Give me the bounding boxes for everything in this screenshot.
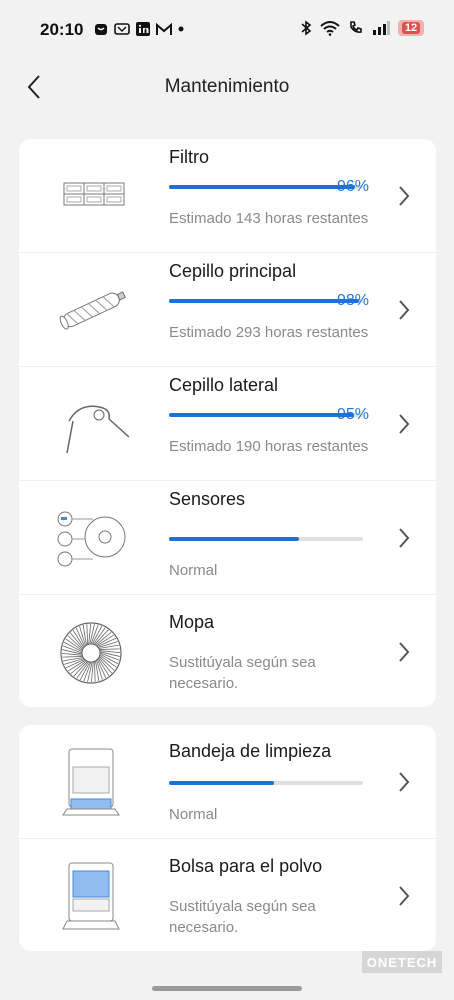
progress-fill: [169, 413, 354, 417]
station-card: Bandeja de limpieza Normal Bolsa para el…: [19, 725, 436, 951]
item-description: Estimado 190 horas restantes: [169, 438, 369, 455]
item-description: Estimado 293 horas restantes: [169, 324, 369, 341]
progress-bar: [169, 299, 363, 303]
dust-bag-icon: [62, 862, 120, 930]
wifi-icon: [320, 21, 340, 36]
maintenance-item-mop[interactable]: Mopa Sustitúyala según sea necesario.: [19, 595, 436, 707]
progress-bar: [169, 537, 363, 541]
status-time: 20:10: [40, 20, 84, 39]
chevron-right-icon: [399, 414, 410, 434]
item-name: Mopa: [169, 612, 215, 632]
status-bar: 20:10 12: [0, 0, 454, 60]
item-name: Filtro: [169, 147, 209, 167]
filter-icon: [63, 182, 125, 206]
item-description: Sustitúyala según sea necesario.: [169, 898, 316, 936]
item-name: Bandeja de limpieza: [169, 741, 332, 761]
wifi-calling-icon: [350, 21, 362, 33]
page-title: Mantenimiento: [164, 76, 290, 97]
battery-level: 12: [401, 22, 421, 34]
side-brush-icon: [66, 405, 130, 454]
maintenance-item-filter[interactable]: Filtro 96% Estimado 143 horas restantes: [19, 139, 436, 252]
progress-fill: [169, 781, 274, 785]
item-description: Estimado 143 horas restantes: [169, 210, 369, 227]
percent-label: 96%: [337, 178, 370, 195]
item-name: Cepillo principal: [169, 261, 297, 281]
gmail-icon: [156, 22, 172, 35]
chevron-right-icon: [399, 642, 410, 662]
item-name: Cepillo lateral: [169, 375, 279, 395]
bluetooth-icon: [301, 20, 312, 36]
progress-bar: [169, 185, 363, 189]
watermark: ONETECH: [362, 951, 442, 973]
item-name: Sensores: [169, 489, 246, 509]
maintenance-item-dust-bag[interactable]: Bolsa para el polvo Sustitúyala según se…: [19, 839, 436, 951]
main-brush-icon: [59, 291, 126, 330]
shopping-bag-icon: [95, 24, 107, 35]
gesture-navigation-bar[interactable]: [152, 986, 302, 991]
progress-bar: [169, 413, 363, 417]
chevron-right-icon: [399, 886, 410, 906]
battery-icon: 12: [398, 20, 424, 36]
item-description: Normal: [169, 562, 218, 579]
maintenance-item-side-brush[interactable]: Cepillo lateral 95% Estimado 190 horas r…: [19, 367, 436, 480]
system-icons: 12: [300, 20, 424, 36]
progress-fill: [169, 299, 360, 303]
chevron-right-icon: [399, 300, 410, 320]
chevron-right-icon: [399, 186, 410, 206]
cleaning-tray-icon: [62, 748, 120, 816]
consumables-card: Filtro 96% Estimado 143 horas restantes …: [19, 139, 436, 707]
more-notifications-dot-icon: [178, 26, 184, 32]
percent-label: 98%: [337, 292, 370, 309]
sensors-icon: [57, 511, 126, 567]
notification-icons: [94, 22, 184, 36]
maintenance-item-sensors[interactable]: Sensores Normal: [19, 481, 436, 594]
item-description: Sustitúyala según sea necesario.: [169, 654, 316, 692]
progress-fill: [169, 537, 299, 541]
progress-bar: [169, 781, 363, 785]
percent-label: 95%: [337, 406, 370, 423]
item-description: Normal: [169, 806, 218, 823]
chevron-right-icon: [399, 772, 410, 792]
item-name: Bolsa para el polvo: [169, 856, 323, 876]
maintenance-item-main-brush[interactable]: Cepillo principal 98% Estimado 293 horas…: [19, 253, 436, 366]
maintenance-item-cleaning-tray[interactable]: Bandeja de limpieza Normal: [19, 725, 436, 838]
linkedin-icon: [136, 22, 150, 36]
signal-icon: [373, 21, 390, 35]
app-notification-icon: [114, 23, 130, 35]
app-header: Mantenimiento: [0, 62, 454, 112]
progress-fill: [169, 185, 356, 189]
mop-icon: [60, 622, 122, 684]
chevron-right-icon: [399, 528, 410, 548]
